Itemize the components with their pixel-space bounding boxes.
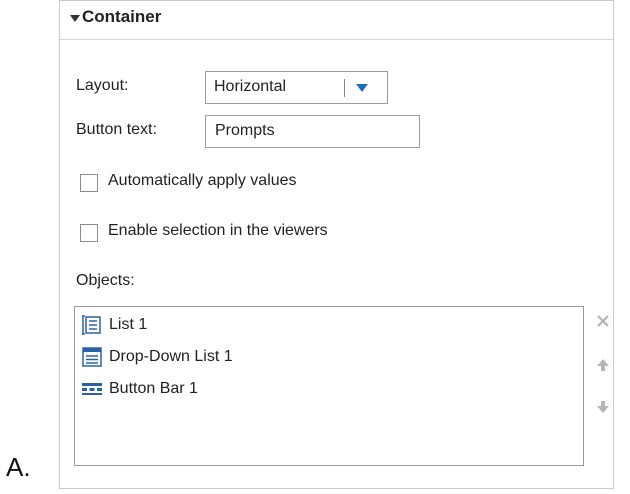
list-icon bbox=[82, 315, 101, 335]
button-bar-icon bbox=[82, 383, 102, 395]
list-item[interactable]: Drop-Down List 1 bbox=[81, 345, 233, 369]
auto-apply-label: Automatically apply values bbox=[108, 172, 297, 189]
move-down-icon[interactable] bbox=[595, 399, 611, 415]
button-text-input[interactable]: Prompts bbox=[205, 115, 420, 148]
section-title: Container bbox=[82, 7, 162, 26]
chevron-down-icon[interactable] bbox=[356, 84, 368, 92]
dropdown-separator bbox=[344, 79, 345, 97]
list-item-label: Button Bar 1 bbox=[109, 380, 198, 397]
list-item[interactable]: List 1 bbox=[81, 313, 147, 337]
enable-selection-checkbox[interactable] bbox=[80, 224, 98, 242]
remove-icon[interactable] bbox=[595, 313, 611, 329]
move-up-icon[interactable] bbox=[595, 357, 611, 373]
layout-label: Layout: bbox=[76, 77, 129, 94]
container-properties-panel: Container Layout: Horizontal Button text… bbox=[59, 0, 614, 489]
enable-selection-label: Enable selection in the viewers bbox=[108, 222, 328, 239]
option-label: A. bbox=[6, 452, 31, 482]
list-item[interactable]: Button Bar 1 bbox=[81, 377, 198, 401]
list-item-label: Drop-Down List 1 bbox=[109, 348, 233, 365]
container-section-header[interactable]: Container bbox=[60, 1, 613, 40]
button-text-value: Prompts bbox=[215, 122, 275, 139]
layout-selected-value: Horizontal bbox=[214, 78, 287, 95]
list-item-label: List 1 bbox=[109, 316, 148, 333]
layout-dropdown[interactable]: Horizontal bbox=[205, 71, 388, 104]
dropdown-list-icon bbox=[82, 347, 102, 367]
objects-label: Objects: bbox=[76, 272, 135, 289]
collapse-caret-icon[interactable] bbox=[70, 15, 80, 22]
button-text-label: Button text: bbox=[76, 121, 157, 138]
screenshot-stage: A. Container Layout: Horizontal Button t… bbox=[0, 0, 630, 494]
auto-apply-checkbox[interactable] bbox=[80, 174, 98, 192]
objects-list[interactable]: List 1 Drop-Down List 1 Button Bar 1 bbox=[74, 306, 584, 466]
